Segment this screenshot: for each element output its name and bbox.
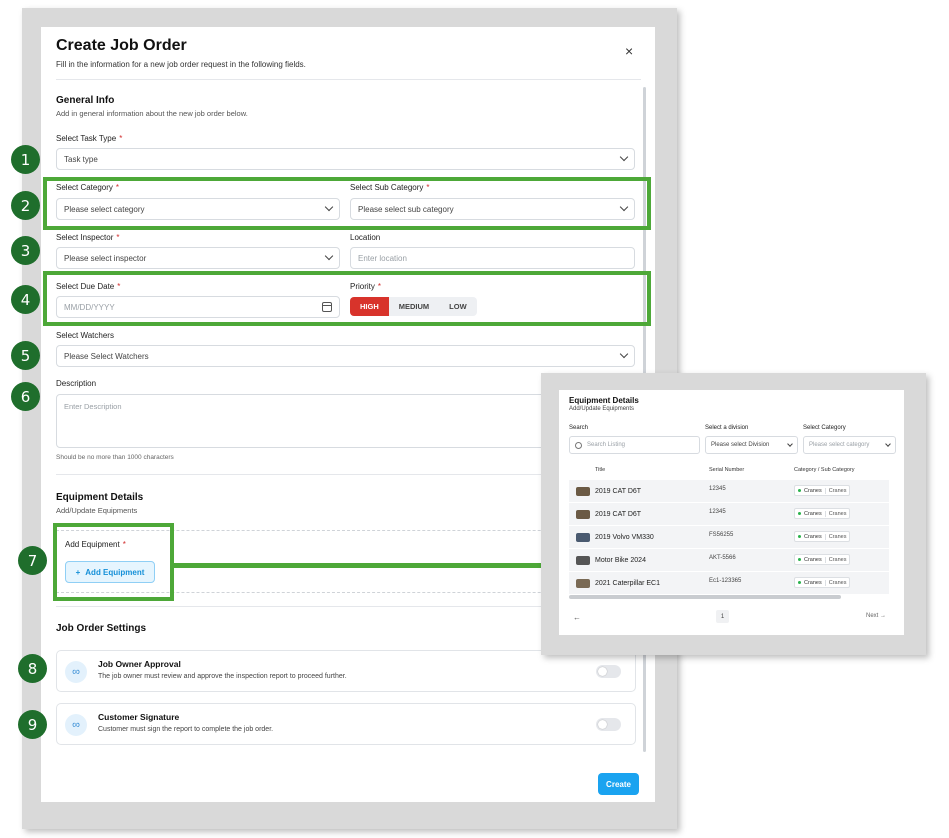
create-button[interactable]: Create: [598, 773, 639, 795]
table-row[interactable]: Motor Bike 2024 AKT-5566 Cranes Cranes: [569, 549, 889, 572]
division-label: Select a division: [705, 425, 749, 431]
chevron-down-icon: [787, 440, 793, 447]
search-icon: [575, 441, 582, 449]
table-row[interactable]: 2019 CAT D6T 12345 Cranes Cranes: [569, 503, 889, 526]
column-header-title: Title: [595, 467, 606, 473]
description-label: Description: [56, 379, 97, 388]
close-icon[interactable]: ×: [625, 43, 633, 59]
equipment-thumbnail: [576, 487, 590, 496]
setting-title: Job Owner Approval: [98, 659, 181, 669]
task-type-label: Select Task Type *: [56, 134, 123, 143]
next-page-button[interactable]: Next →: [866, 613, 886, 619]
category-badge: Cranes Cranes: [794, 577, 851, 588]
serial-number: AKT-5566: [709, 555, 736, 561]
equipment-panel-title: Equipment Details: [569, 396, 639, 405]
location-label: Location: [350, 233, 381, 242]
customer-signature-card: ∞ Customer Signature Customer must sign …: [56, 703, 636, 745]
job-order-settings-title: Job Order Settings: [56, 623, 147, 634]
chevron-down-icon: [619, 152, 629, 162]
job-owner-approval-card: ∞ Job Owner Approval The job owner must …: [56, 650, 636, 692]
table-horizontal-scrollbar[interactable]: [569, 595, 841, 599]
setting-description: The job owner must review and approve th…: [98, 673, 347, 680]
arrow-line: [173, 563, 543, 568]
chevron-down-icon: [885, 440, 891, 447]
modal-subtitle: Fill in the information for a new job or…: [56, 60, 306, 69]
column-header-category: Category / Sub Category: [794, 467, 855, 473]
serial-number: FS56255: [709, 532, 734, 538]
equipment-thumbnail: [576, 579, 590, 588]
chevron-down-icon: [619, 349, 629, 359]
link-icon: ∞: [65, 661, 87, 683]
category-badge: Cranes Cranes: [794, 554, 851, 565]
equipment-thumbnail: [576, 510, 590, 519]
callout-4: 4: [11, 285, 40, 314]
equipment-thumbnail: [576, 533, 590, 542]
customer-signature-toggle[interactable]: [596, 718, 621, 731]
equipment-title: 2019 CAT D6T: [595, 488, 642, 495]
category-badge: Cranes Cranes: [794, 485, 851, 496]
inspector-label: Select Inspector *: [56, 233, 120, 242]
equipment-title: 2021 Caterpillar EC1: [595, 580, 660, 587]
general-info-subtitle: Add in general information about the new…: [56, 109, 248, 118]
division-select[interactable]: Please select Division: [705, 436, 798, 454]
callout-9: 9: [18, 710, 47, 739]
category-filter-select[interactable]: Please select category: [803, 436, 896, 454]
divider: [56, 79, 641, 80]
callout-3: 3: [11, 236, 40, 265]
category-badge: Cranes Cranes: [794, 508, 851, 519]
search-input[interactable]: Search Listing: [569, 436, 700, 454]
location-input[interactable]: Enter location: [350, 247, 635, 269]
task-type-select[interactable]: Task type: [56, 148, 635, 170]
callout-2: 2: [11, 191, 40, 220]
equipment-title: 2019 Volvo VM330: [595, 534, 654, 541]
column-header-serial: Serial Number: [709, 467, 745, 473]
link-icon: ∞: [65, 714, 87, 736]
equipment-thumbnail: [576, 556, 590, 565]
serial-number: 12345: [709, 509, 726, 515]
equipment-details-panel: Equipment Details Add/Update Equipments …: [559, 390, 904, 635]
table-row[interactable]: 2019 CAT D6T 12345 Cranes Cranes: [569, 480, 889, 503]
equipment-title: Motor Bike 2024: [595, 557, 646, 564]
equipment-title: 2019 CAT D6T: [595, 511, 642, 518]
prev-page-arrow-icon[interactable]: ←: [573, 613, 581, 622]
equipment-panel-subtitle: Add/Update Equipments: [569, 406, 635, 412]
equipment-details-subtitle: Add/Update Equipments: [56, 506, 138, 515]
callout-5: 5: [11, 341, 40, 370]
table-row[interactable]: 2021 Caterpillar EC1 Ec1-123365 Cranes Cr…: [569, 572, 889, 595]
category-filter-label: Select Category: [803, 425, 846, 431]
callout-7: 7: [18, 546, 47, 575]
search-label: Search: [569, 425, 589, 431]
setting-description: Customer must sign the report to complet…: [98, 726, 274, 733]
highlight-category-box: [43, 177, 651, 230]
serial-number: Ec1-123365: [709, 578, 742, 584]
watchers-select[interactable]: Please Select Watchers: [56, 345, 635, 367]
chevron-down-icon: [324, 251, 334, 261]
callout-8: 8: [18, 654, 47, 683]
setting-title: Customer Signature: [98, 712, 180, 722]
inspector-select[interactable]: Please select inspector: [56, 247, 340, 269]
general-info-title: General Info: [56, 95, 115, 106]
job-owner-approval-toggle[interactable]: [596, 665, 621, 678]
category-badge: Cranes Cranes: [794, 531, 851, 542]
description-hint: Should be no more than 1000 characters: [56, 454, 174, 461]
highlight-date-priority-box: [43, 271, 651, 326]
equipment-details-title: Equipment Details: [56, 492, 144, 503]
modal-title: Create Job Order: [56, 37, 187, 54]
callout-6: 6: [11, 382, 40, 411]
table-row[interactable]: 2019 Volvo VM330 FS56255 Cranes Cranes: [569, 526, 889, 549]
callout-1: 1: [11, 145, 40, 174]
page-number-button[interactable]: 1: [716, 610, 729, 623]
serial-number: 12345: [709, 486, 726, 492]
watchers-label: Select Watchers: [56, 331, 114, 340]
highlight-add-equipment-box: [53, 523, 174, 601]
